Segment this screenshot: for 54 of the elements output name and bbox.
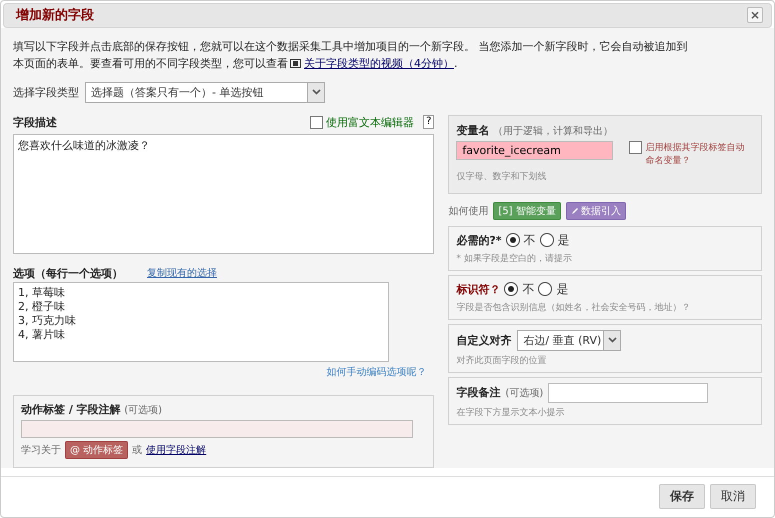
manual-coding-link[interactable]: 如何手动编码选项呢？ — [326, 364, 426, 379]
alignment-hint: 对齐此页面字段的位置 — [456, 354, 548, 367]
copy-choices-link[interactable]: 复制现有的选择 — [147, 266, 217, 280]
radio-label: 不 — [524, 232, 536, 249]
alignment-label: 自定义对齐 — [456, 332, 512, 348]
description-label: 字段描述 — [13, 114, 57, 130]
help-button[interactable]: ? — [423, 115, 434, 130]
pencil-icon — [570, 206, 579, 215]
identifier-label: 标识符？ — [456, 282, 500, 297]
radio-button[interactable] — [540, 233, 554, 248]
radio-label: 是 — [558, 232, 570, 249]
checkbox[interactable] — [629, 140, 642, 154]
how-to-label: 如何使用 — [448, 204, 488, 218]
variable-field[interactable]: favorite_icecream — [456, 140, 614, 160]
action-tag-button[interactable]: @ 动作标签 — [65, 440, 128, 459]
field-type-select[interactable]: 选择题（答案只有一个）- 单选按钮 — [85, 82, 325, 103]
action-tags-label: 动作标签 / 字段注解 — [21, 402, 121, 416]
action-tags-field[interactable] — [21, 420, 413, 438]
choices-label: 选项（每行一个选项） — [13, 266, 123, 281]
cancel-button[interactable]: 取消 — [710, 484, 756, 510]
field-type-label: 选择字段类型 — [13, 84, 79, 100]
required-label: 必需的?* — [456, 232, 502, 248]
optional-label: (可选项) — [505, 386, 544, 400]
or-label: 或 — [132, 444, 142, 457]
save-button[interactable]: 保存 — [659, 484, 705, 510]
identifier-hint: 字段是否包含识别信息（如姓名，社会安全号码，地址）？ — [456, 302, 692, 314]
caret-icon — [307, 82, 324, 102]
dialog-title: 增加新的字段 — [16, 6, 94, 24]
caret-icon — [603, 330, 620, 350]
field-note-hint: 在字段下方显示文本小提示 — [456, 406, 566, 419]
required-hint: * 如果字段是空白的，请提示 — [456, 252, 573, 265]
variable-note: （用于逻辑，计算和导出） — [492, 126, 613, 137]
intro-text: 填写以下字段并点击底部的保存按钮，您就可以在这个数据采集工具中增加项目的一个新字段。 当您添加一个新字段时，它会自动被追加到 本页面的表单。要查看可用的不同字段类型，您可以查看 关于字段类型的视频（4分钟）. — [13, 38, 688, 72]
description-field[interactable]: 您喜欢什么味道的冰激凌？ — [13, 134, 434, 254]
rich-text-label: 使用富文本编辑器 — [326, 114, 414, 130]
learn-label: 学习关于 — [21, 444, 61, 457]
variable-hint: 仅字母、数字和下划线 — [456, 170, 548, 183]
auto-name-label: 启用根据其字段标签自动命名变量？ — [645, 142, 746, 167]
annotation-link[interactable]: 使用字段注解 — [146, 442, 206, 457]
choices-field[interactable]: 1, 草莓味 2, 橙子味 3, 巧克力味 4, 薯片味 — [13, 282, 389, 362]
video-link[interactable]: 关于字段类型的视频（4分钟） — [304, 56, 454, 70]
alignment-select[interactable]: 右边/ 垂直 (RV) — [517, 330, 622, 351]
radio-label: 是 — [556, 280, 568, 298]
variable-label: 变量名 — [456, 124, 490, 137]
optional-label: (可选项) — [124, 404, 162, 416]
radio-button[interactable] — [504, 282, 518, 296]
checkbox[interactable] — [310, 116, 324, 129]
radio-button[interactable] — [538, 282, 552, 296]
radio-button[interactable] — [506, 233, 520, 248]
field-note-label: 字段备注 — [456, 385, 500, 400]
field-note-field[interactable] — [548, 382, 708, 403]
radio-label: 不 — [522, 280, 534, 298]
close-button[interactable]: × — [747, 7, 763, 24]
film-icon — [290, 58, 301, 68]
